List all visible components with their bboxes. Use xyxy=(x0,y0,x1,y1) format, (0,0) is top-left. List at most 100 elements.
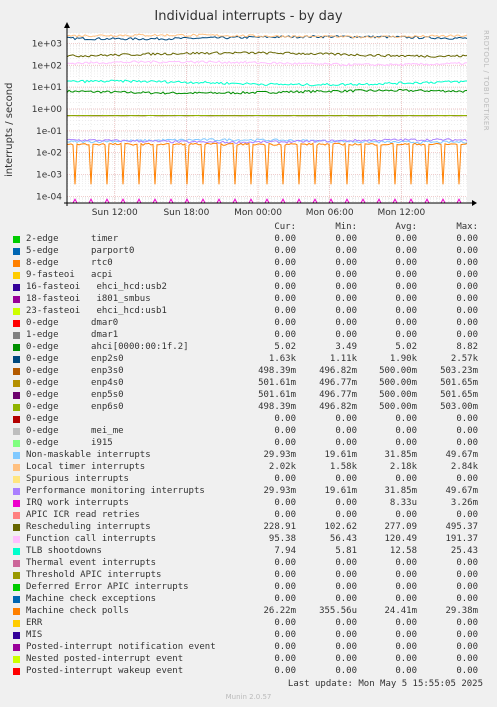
legend-avg-value: 0.00 xyxy=(395,582,417,592)
legend-min-value: 0.00 xyxy=(335,414,357,424)
legend-avg-value: 0.00 xyxy=(395,414,417,424)
legend-avg-value: 0.00 xyxy=(395,630,417,640)
legend-swatch xyxy=(13,560,20,567)
legend-row: 0-edge mei_me 0.00 0.00 0.00 0.00 xyxy=(0,426,497,438)
legend-row: Non-maskable interrupts 29.93m 19.61m 31.85… xyxy=(0,450,497,462)
legend-row: 2-edge timer 0.00 0.00 0.00 0.00 xyxy=(0,234,497,246)
legend-series-name: Local timer interrupts xyxy=(26,462,146,472)
legend-swatch xyxy=(13,308,20,315)
legend-min-value: 0.00 xyxy=(335,318,357,328)
legend-row: Nested posted-interrupt event 0.00 0.00 0.0… xyxy=(0,654,497,666)
legend-max-value: 0.00 xyxy=(456,666,478,676)
y-tick-label: 1e-01 xyxy=(36,127,62,137)
legend-avg-value: 0.00 xyxy=(395,270,417,280)
legend-swatch xyxy=(13,368,20,375)
legend-cur-value: 2.02k xyxy=(268,462,296,472)
legend-series-name: Threshold APIC interrupts xyxy=(26,570,162,580)
legend-avg-value: 0.00 xyxy=(395,666,417,676)
legend-avg-value: 0.00 xyxy=(395,594,417,604)
legend-min-value: 0.00 xyxy=(335,498,357,508)
y-axis-ticks: 1e-04 1e-03 1e-02 1e-01 1e+00 1e+01 1e+02 1e+03 xyxy=(32,39,63,202)
legend-cur-value: 29.93m xyxy=(263,450,296,460)
legend-cur-value: 0.00 xyxy=(274,618,296,628)
legend-max-value: 501.65m xyxy=(440,378,478,388)
legend-max-value: 495.37 xyxy=(445,522,478,532)
legend-avg-value: 0.00 xyxy=(395,318,417,328)
legend-min-value: 0.00 xyxy=(335,294,357,304)
legend-max-value: 0.00 xyxy=(456,294,478,304)
y-tick-label: 1e-03 xyxy=(36,171,62,181)
legend-max-value: 0.00 xyxy=(456,570,478,580)
legend-swatch xyxy=(13,524,20,531)
y-tick-label: 1e-04 xyxy=(36,192,62,202)
legend-swatch xyxy=(13,344,20,351)
legend-max-value: 503.23m xyxy=(440,366,478,376)
legend-swatch xyxy=(13,332,20,339)
legend-row: 0-edge enp3s0 498.39m 496.82m 500.00m 503.23… xyxy=(0,366,497,378)
legend-avg-value: 8.33u xyxy=(389,498,417,508)
legend-series-name: 0-edge enp3s0 xyxy=(26,366,124,376)
legend-cur-value: 1.63k xyxy=(268,354,296,364)
legend-min-value: 0.00 xyxy=(335,558,357,568)
legend-row: Deferred Error APIC interrupts 0.00 0.00 0.… xyxy=(0,582,497,594)
legend-min-value: 19.61m xyxy=(324,450,357,460)
legend-series-name: Posted-interrupt notification event xyxy=(26,642,216,652)
legend-avg-value: 500.00m xyxy=(379,378,417,388)
legend-avg-value: 0.00 xyxy=(395,294,417,304)
legend-max-value: 0.00 xyxy=(456,594,478,604)
legend-row: 0-edge ahci[0000:00:1f.2] 5.02 3.49 5.02 8.8… xyxy=(0,342,497,354)
legend-series-name: TLB shootdowns xyxy=(26,546,102,556)
legend-avg-value: 31.85m xyxy=(384,486,417,496)
last-update: Last update: Mon May 5 15:55:05 2025 xyxy=(287,679,483,689)
legend-cur-value: 0.00 xyxy=(274,330,296,340)
legend-row: 9-fasteoi acpi 0.00 0.00 0.00 0.00 xyxy=(0,270,497,282)
legend-avg-value: 5.02 xyxy=(395,342,417,352)
legend-row: 0-edge 0.00 0.00 0.00 0.00 xyxy=(0,414,497,426)
legend-cur-value: 95.38 xyxy=(268,534,296,544)
legend-cur-value: 0.00 xyxy=(274,498,296,508)
legend-avg-value: 0.00 xyxy=(395,570,417,580)
legend-min-value: 56.43 xyxy=(329,534,357,544)
legend-series-name: Performance monitoring interrupts xyxy=(26,486,205,496)
legend-cur-value: 0.00 xyxy=(274,282,296,292)
legend-max-value: 0.00 xyxy=(456,282,478,292)
legend-swatch xyxy=(13,320,20,327)
legend-max-value: 0.00 xyxy=(456,654,478,664)
legend-min-value: 3.49 xyxy=(335,342,357,352)
legend-row: Threshold APIC interrupts 0.00 0.00 0.00 0.0… xyxy=(0,570,497,582)
legend-swatch xyxy=(13,488,20,495)
legend-min-value: 19.61m xyxy=(324,486,357,496)
legend-avg-value: 0.00 xyxy=(395,618,417,628)
legend-min-value: 0.00 xyxy=(335,582,357,592)
legend-row: 0-edge dmar0 0.00 0.00 0.00 0.00 xyxy=(0,318,497,330)
legend-max-value: 0.00 xyxy=(456,426,478,436)
legend-swatch xyxy=(13,500,20,507)
legend-min-value: 0.00 xyxy=(335,570,357,580)
legend-avg-value: 120.49 xyxy=(384,534,417,544)
legend-swatch xyxy=(13,656,20,663)
legend-avg-value: 24.41m xyxy=(384,606,417,616)
legend-max-value: 0.00 xyxy=(456,510,478,520)
legend-avg-value: 31.85m xyxy=(384,450,417,460)
legend-cur-value: 0.00 xyxy=(274,594,296,604)
legend-series-name: 0-edge enp5s0 xyxy=(26,390,124,400)
legend-min-value: 496.77m xyxy=(319,390,357,400)
legend-swatch xyxy=(13,248,20,255)
legend-swatch xyxy=(13,596,20,603)
legend-series-name: Machine check polls xyxy=(26,606,129,616)
legend-max-value: 49.67m xyxy=(445,486,478,496)
legend-swatch xyxy=(13,416,20,423)
legend-cur-value: 0.00 xyxy=(274,438,296,448)
legend-avg-value: 500.00m xyxy=(379,402,417,412)
munin-version: Munin 2.0.57 xyxy=(225,693,272,701)
legend-swatch xyxy=(13,620,20,627)
legend-max-value: 501.65m xyxy=(440,390,478,400)
legend-max-value: 8.82 xyxy=(456,342,478,352)
legend-max-value: 0.00 xyxy=(456,558,478,568)
y-tick-label: 1e-02 xyxy=(36,149,62,159)
legend-row: Thermal event interrupts 0.00 0.00 0.00 0.00 xyxy=(0,558,497,570)
legend-row: TLB shootdowns 7.94 5.81 12.58 25.43 xyxy=(0,546,497,558)
legend-series-name: 18-fasteoi i801_smbus xyxy=(26,294,151,304)
legend-min-value: 5.81 xyxy=(335,546,357,556)
legend-series-name: 9-fasteoi acpi xyxy=(26,270,113,280)
